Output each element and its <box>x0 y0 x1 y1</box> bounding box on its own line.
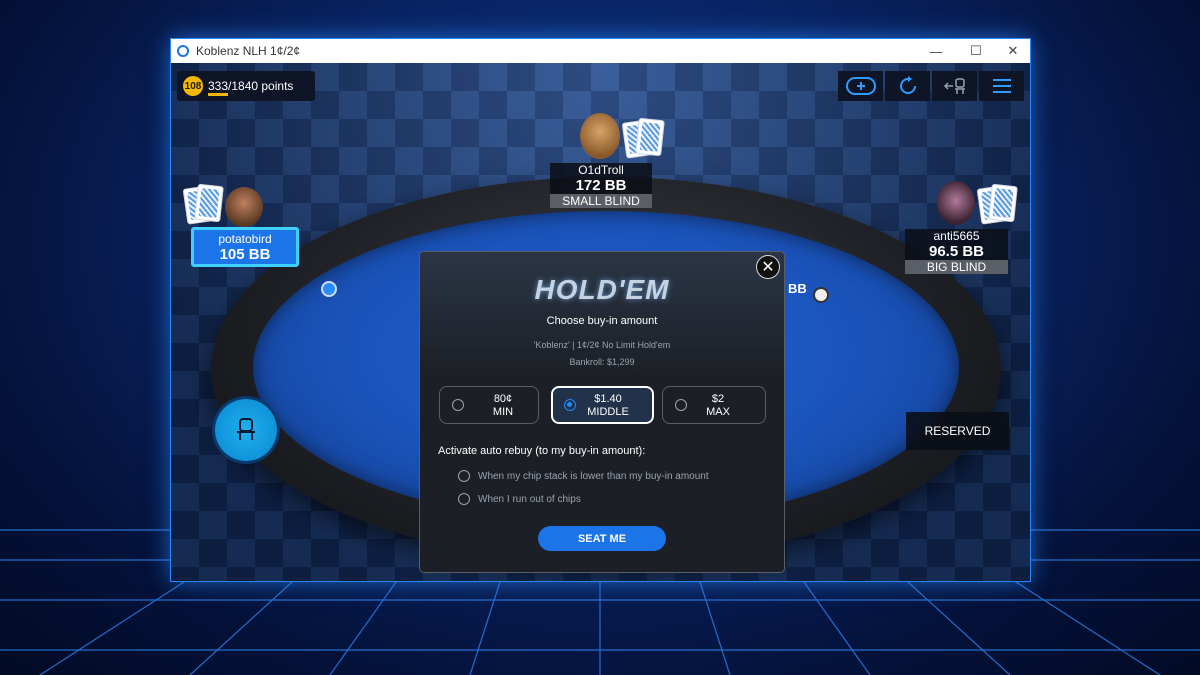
dialog-subtitle: Choose buy-in amount <box>546 315 658 327</box>
close-window-button[interactable]: ✕ <box>993 39 1030 63</box>
radio-icon <box>452 399 464 411</box>
bankroll-text: Bankroll: $1,299 <box>569 357 635 367</box>
leave-seat-icon <box>943 78 965 94</box>
bb-marker: BB <box>788 281 807 296</box>
player-stack: 105 BB <box>219 246 271 263</box>
player-seat-anti5665[interactable]: anti5665 96.5 BB BIG BLIND <box>905 229 1008 274</box>
player-name: potatobird <box>218 232 272 246</box>
right-player-cards <box>976 183 1019 225</box>
level-badge: 108 <box>183 76 203 96</box>
points-progress-bar <box>208 93 228 96</box>
auto-rebuy-option-lower[interactable]: When my chip stack is lower than my buy-… <box>458 470 709 482</box>
leave-seat-button[interactable] <box>932 71 977 101</box>
maximize-button[interactable]: ☐ <box>956 39 996 63</box>
option-text: When I run out of chips <box>478 494 581 505</box>
table-view: 108 333/1840 points O1dTroll 172 BB SMAL… <box>171 63 1030 581</box>
position-label: BIG BLIND <box>905 260 1008 274</box>
card-back <box>635 117 665 157</box>
table-info: 'Koblenz' | 1¢/2¢ No Limit Hold'em <box>533 340 671 350</box>
auto-rebuy-option-out-of-chips[interactable]: When I run out of chips <box>458 493 581 505</box>
window-title: Koblenz NLH 1¢/2¢ <box>196 44 301 58</box>
buy-in-option-max[interactable]: $2 MAX <box>662 386 766 424</box>
option-label: MAX <box>706 406 730 418</box>
chip-stack-icon <box>813 287 829 303</box>
option-amount: 80¢ <box>493 393 513 405</box>
chair-icon <box>237 418 255 440</box>
title-bar: Koblenz NLH 1¢/2¢ — ☐ ✕ <box>171 39 1030 63</box>
bulldog-avatar[interactable] <box>580 113 620 159</box>
option-amount: $1.40 <box>594 393 622 405</box>
seat-me-button[interactable]: SEAT ME <box>538 526 666 551</box>
holdem-logo: HOLD'EM <box>534 274 670 305</box>
dealer-chip <box>321 281 337 297</box>
points-widget[interactable]: 108 333/1840 points <box>177 71 315 101</box>
rebuy-button[interactable] <box>885 71 930 101</box>
add-table-button[interactable] <box>838 71 883 101</box>
sit-down-button[interactable] <box>215 399 277 461</box>
reserved-seat: RESERVED <box>906 412 1009 450</box>
add-table-icon <box>845 77 876 95</box>
menu-button[interactable] <box>979 71 1024 101</box>
minimize-button[interactable]: — <box>916 39 956 63</box>
masked-woman-avatar[interactable] <box>937 181 975 225</box>
app-logo-icon <box>177 45 189 57</box>
option-amount: $2 <box>711 393 725 405</box>
card-back <box>194 183 224 223</box>
top-player-cards <box>621 117 665 159</box>
table-toolbar <box>838 71 1024 101</box>
left-player-cards <box>182 183 225 225</box>
player-name: O1dTroll <box>578 163 624 177</box>
radio-icon <box>458 470 470 482</box>
bird-avatar[interactable] <box>225 187 263 227</box>
position-label: SMALL BLIND <box>550 194 652 208</box>
rebuy-refresh-icon <box>899 76 916 94</box>
buy-in-dialog: HOLD'EM Choose buy-in amount 'Koblenz' |… <box>419 251 785 573</box>
option-text: When my chip stack is lower than my buy-… <box>478 471 709 482</box>
menu-icon <box>992 79 1011 93</box>
buy-in-option-middle[interactable]: $1.40 MIDDLE <box>551 386 654 424</box>
option-label: MIN <box>492 406 514 418</box>
player-stack: 96.5 BB <box>928 243 985 260</box>
buy-in-option-min[interactable]: 80¢ MIN <box>439 386 539 424</box>
card-back <box>988 183 1018 223</box>
option-label: MIDDLE <box>587 406 629 418</box>
points-text: 333/1840 points <box>208 79 294 93</box>
auto-rebuy-title: Activate auto rebuy (to my buy-in amount… <box>438 445 646 457</box>
radio-selected-icon <box>564 399 576 411</box>
game-window: Koblenz NLH 1¢/2¢ — ☐ ✕ 108 333/1840 poi… <box>171 39 1030 581</box>
player-seat-o1dtroll[interactable]: O1dTroll 172 BB SMALL BLIND <box>550 163 652 208</box>
radio-icon <box>675 399 687 411</box>
player-seat-potatobird[interactable]: potatobird 105 BB <box>191 227 299 267</box>
player-name: anti5665 <box>933 229 980 243</box>
player-stack: 172 BB <box>575 177 627 194</box>
radio-icon <box>458 493 470 505</box>
close-dialog-button[interactable]: ✕ <box>756 255 780 279</box>
